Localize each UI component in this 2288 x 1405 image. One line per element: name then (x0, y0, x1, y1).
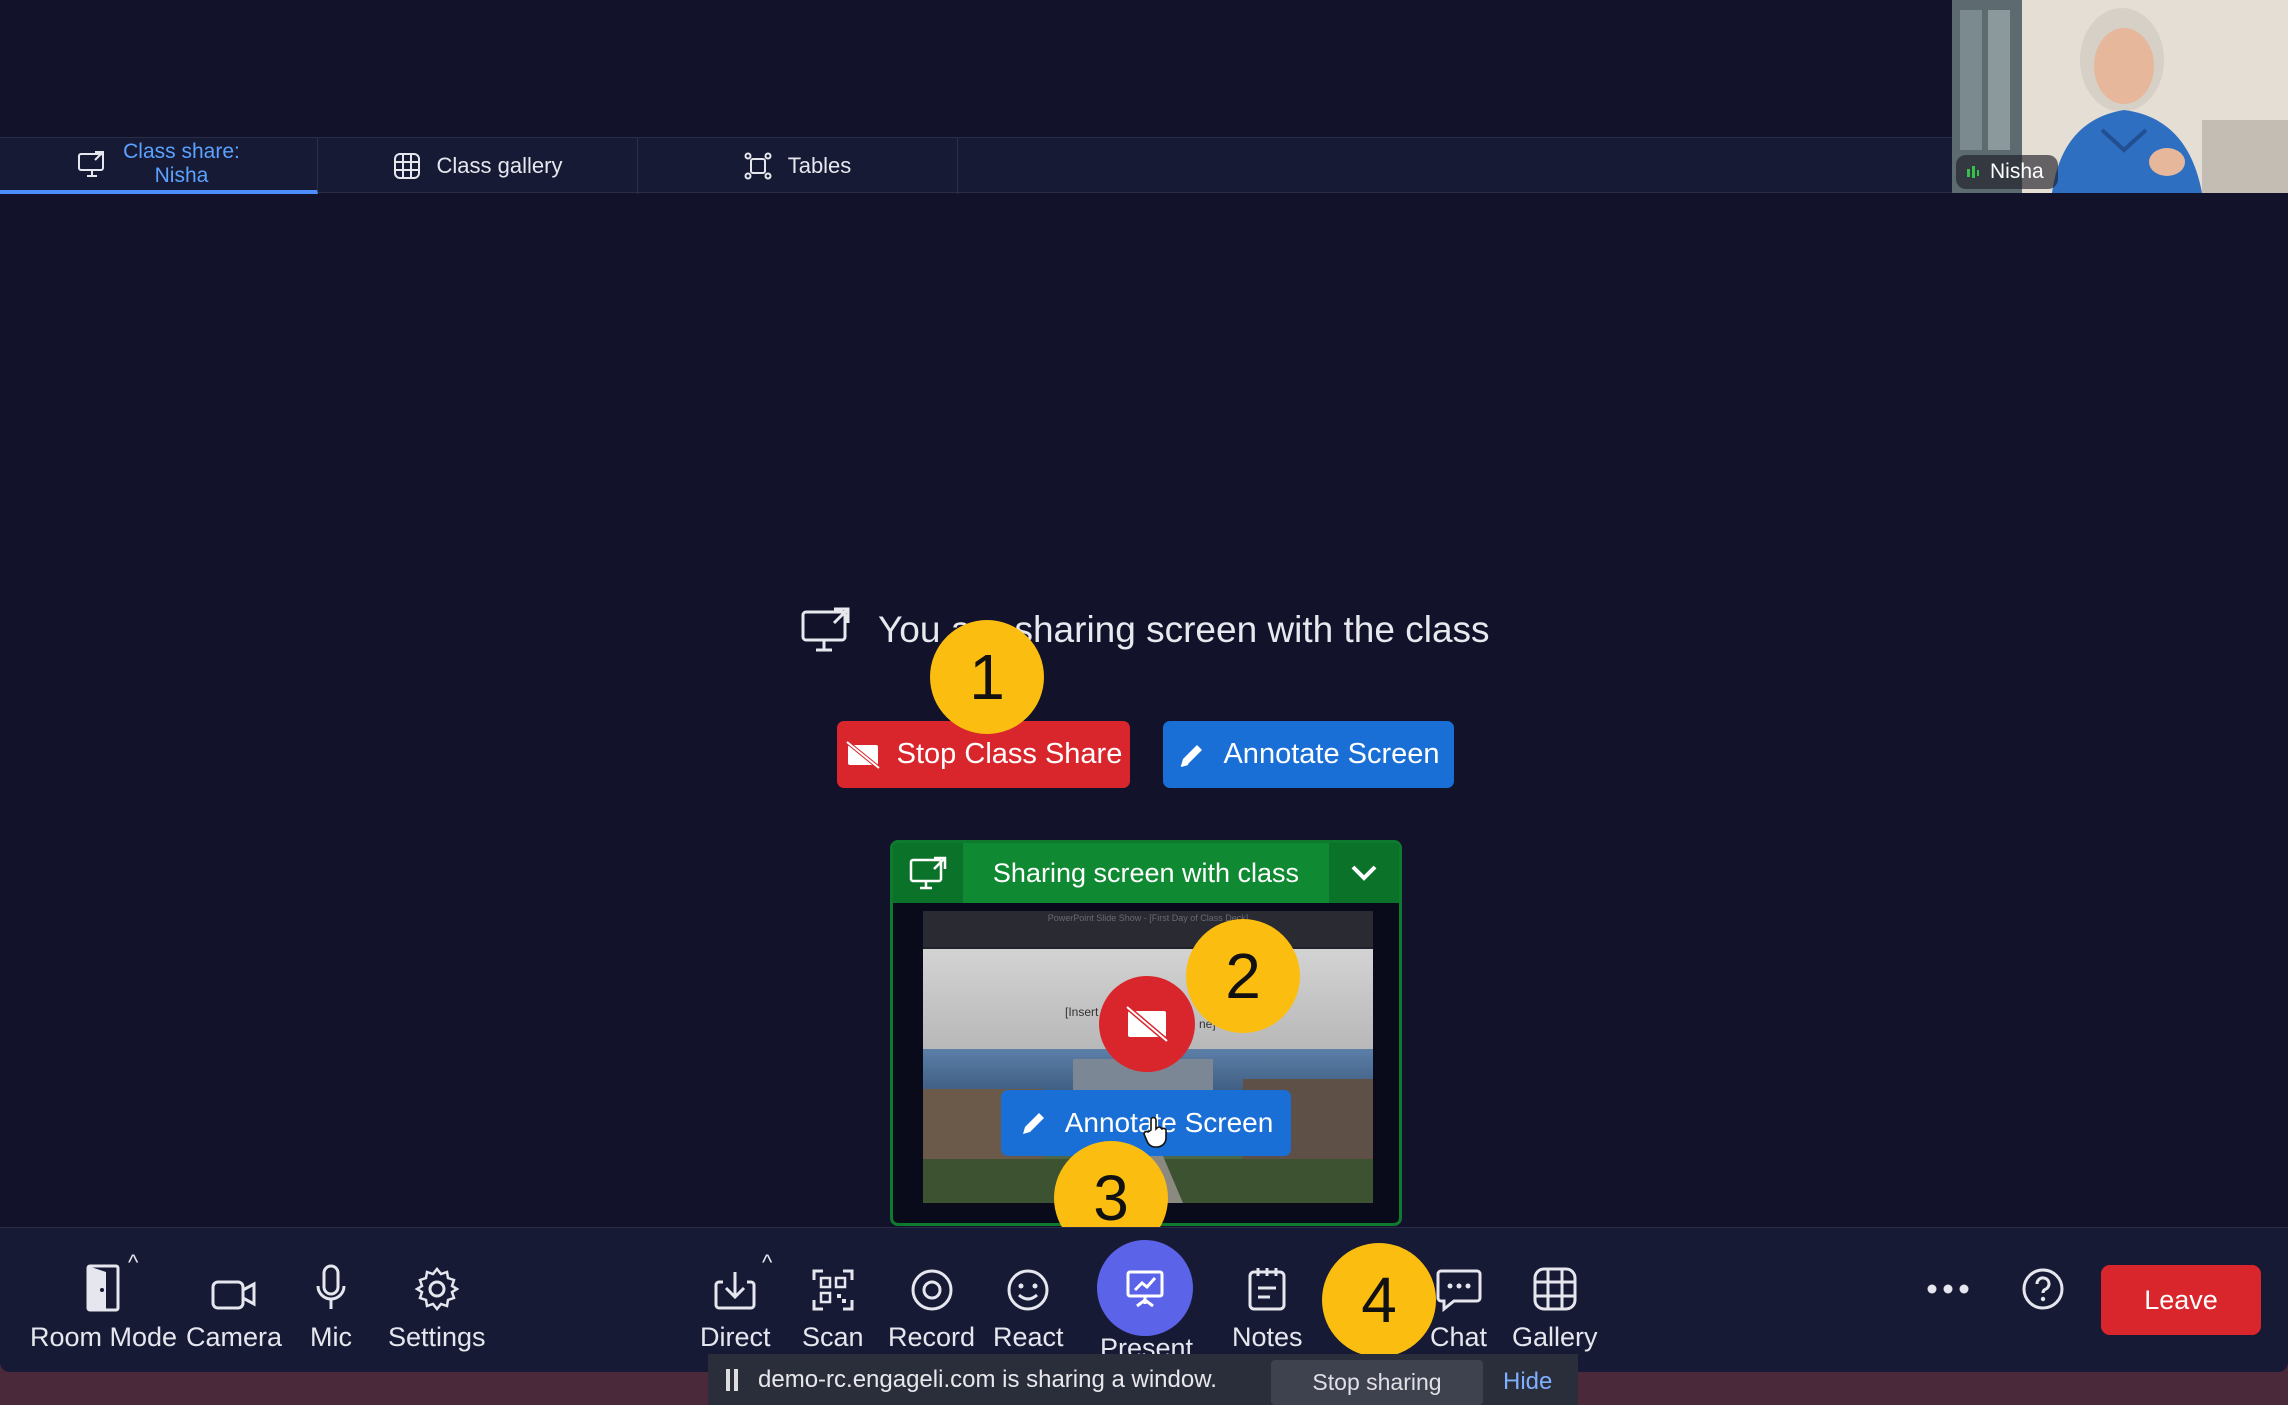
tables-icon (744, 152, 772, 180)
stop-sharing-button[interactable]: Stop sharing (1271, 1360, 1483, 1405)
pencil-icon (1177, 740, 1207, 770)
presentation-icon (1123, 1266, 1167, 1310)
callout-1: 1 (930, 620, 1044, 734)
chat-button[interactable]: Chat (1430, 1256, 1487, 1353)
screen-share-icon (800, 606, 852, 654)
record-button[interactable]: Record (888, 1256, 975, 1353)
tab-tables[interactable]: Tables (638, 138, 958, 194)
react-button[interactable]: React (993, 1256, 1064, 1353)
browser-sharing-bar: demo-rc.engageli.com is sharing a window… (708, 1354, 1578, 1405)
direct-label: Direct (700, 1322, 771, 1352)
stop-share-icon (845, 739, 881, 770)
direct-button[interactable]: Direct (700, 1256, 771, 1353)
chat-icon (1436, 1256, 1482, 1312)
gear-icon (414, 1256, 460, 1312)
pause-icon (726, 1368, 738, 1391)
preview-annotate-label: Annotate Screen (1064, 1107, 1274, 1138)
present-button[interactable] (1097, 1240, 1193, 1336)
callout-4: 4 (1322, 1243, 1436, 1357)
preview-annotate-button[interactable]: Annotate Screen (1001, 1090, 1291, 1156)
callout-2: 2 (1186, 919, 1300, 1033)
grid-icon (1532, 1256, 1578, 1312)
chevron-up-icon[interactable]: ^ (128, 1250, 138, 1276)
room-mode-button[interactable]: Room Mode (30, 1256, 177, 1353)
slide-text-left: [Insert (1065, 1005, 1099, 1019)
sharing-notice: demo-rc.engageli.com is sharing a window… (758, 1365, 1217, 1393)
tab-class-gallery-label: Class gallery (436, 153, 563, 178)
share-preview-title: Sharing screen with class (992, 857, 1300, 888)
annotate-screen-button[interactable]: Annotate Screen (1163, 721, 1454, 788)
self-video-tile[interactable]: Nisha (1952, 0, 2288, 193)
self-name: Nisha (1990, 160, 2044, 183)
mic-level-icon (1966, 164, 1980, 180)
view-tabs: Class share: Nisha Class gallery Tables (0, 137, 1952, 194)
hide-link[interactable]: Hide (1503, 1368, 1552, 1396)
mic-label: Mic (310, 1322, 352, 1352)
tab-class-share[interactable]: Class share: Nisha (0, 138, 318, 194)
pencil-icon (1019, 1108, 1049, 1138)
leave-button[interactable]: Leave (2101, 1265, 2261, 1335)
stop-share-icon (1124, 1004, 1170, 1044)
stop-class-share-label: Stop Class Share (896, 738, 1123, 770)
hand-cursor-icon (1143, 1116, 1169, 1148)
notes-button[interactable]: Notes (1232, 1256, 1303, 1353)
camera-icon (211, 1256, 257, 1312)
door-icon (84, 1256, 124, 1312)
self-name-badge: Nisha (1956, 155, 2058, 189)
tab-class-share-owner: Nisha (154, 164, 209, 187)
notes-label: Notes (1232, 1322, 1303, 1352)
share-preview-header[interactable]: Sharing screen with class (893, 843, 1399, 903)
room-mode-label: Room Mode (30, 1322, 178, 1352)
slide-window-caption: PowerPoint Slide Show - [First Day of Cl… (1047, 913, 1249, 923)
record-icon (910, 1256, 954, 1312)
settings-button[interactable]: Settings (388, 1256, 486, 1353)
chevron-down-icon[interactable] (1329, 843, 1399, 903)
mic-button[interactable]: Mic (310, 1256, 352, 1353)
stop-share-round-button[interactable] (1099, 976, 1195, 1072)
tab-class-gallery[interactable]: Class gallery (318, 138, 638, 194)
chat-label: Chat (1430, 1322, 1488, 1352)
help-icon[interactable] (2021, 1267, 2065, 1311)
react-label: React (993, 1322, 1064, 1352)
qr-scan-icon (811, 1256, 855, 1312)
slide-window-titlebar: PowerPoint Slide Show - [First Day of Cl… (923, 911, 1373, 947)
record-label: Record (888, 1322, 976, 1352)
gallery-label: Gallery (1512, 1322, 1598, 1352)
camera-label: Camera (186, 1322, 283, 1352)
monitor-share-icon (893, 843, 963, 903)
annotate-screen-label: Annotate Screen (1223, 738, 1440, 770)
mic-icon (314, 1256, 348, 1312)
monitor-share-icon (77, 150, 107, 178)
chevron-up-icon[interactable]: ^ (762, 1250, 772, 1276)
grid-globe-icon (393, 152, 421, 180)
settings-label: Settings (388, 1322, 486, 1352)
tab-class-share-label: Class share: (123, 140, 240, 163)
share-status: You are sharing screen with the class (800, 600, 1490, 660)
gallery-button[interactable]: Gallery (1512, 1256, 1598, 1353)
notes-icon (1247, 1256, 1287, 1312)
scan-label: Scan (802, 1322, 864, 1352)
download-icon (713, 1256, 757, 1312)
more-options-icon[interactable] (1926, 1283, 1970, 1295)
camera-button[interactable]: Camera (186, 1256, 282, 1353)
tab-tables-label: Tables (787, 153, 852, 178)
scan-button[interactable]: Scan (802, 1256, 864, 1353)
smile-icon (1006, 1256, 1050, 1312)
app-window: Class share: Nisha Class gallery Tables (0, 0, 2288, 1372)
